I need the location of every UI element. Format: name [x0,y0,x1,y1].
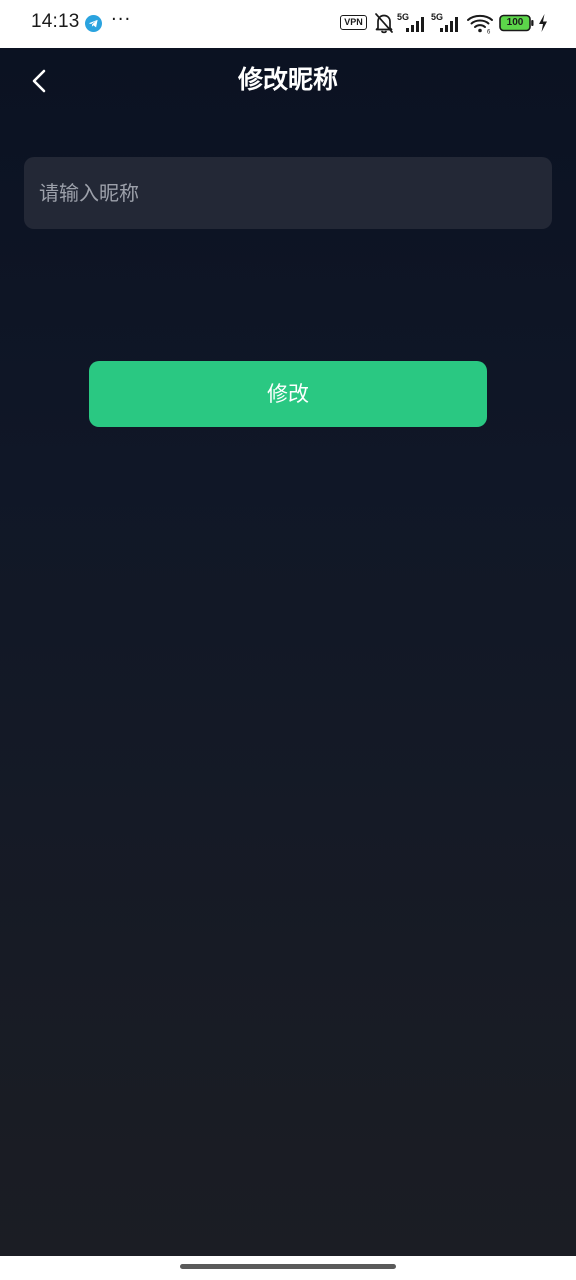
signal-icon: 5G [397,12,429,34]
signal-icon: 5G [431,12,463,34]
svg-text:6: 6 [487,30,491,35]
page-title: 修改昵称 [237,65,338,94]
more-icon: ··· [111,9,132,30]
wifi-icon: 6 [467,14,493,35]
status-time: 14:13 [31,11,80,32]
app-screen: 修改昵称 修改 [0,48,576,1256]
home-indicator[interactable] [180,1264,396,1269]
status-bar: 14:13 ··· VPN 5G 5G 6 100 [0,0,576,48]
charging-icon [539,14,547,32]
bell-off-icon [375,13,393,34]
vpn-icon: VPN [340,15,367,30]
nickname-field [24,157,552,229]
battery-icon: 100 [499,14,535,32]
navigation-bar [0,1256,576,1280]
telegram-icon [85,15,102,32]
submit-button[interactable]: 修改 [89,361,487,427]
nickname-input[interactable] [39,157,539,229]
battery-level: 100 [506,17,524,28]
